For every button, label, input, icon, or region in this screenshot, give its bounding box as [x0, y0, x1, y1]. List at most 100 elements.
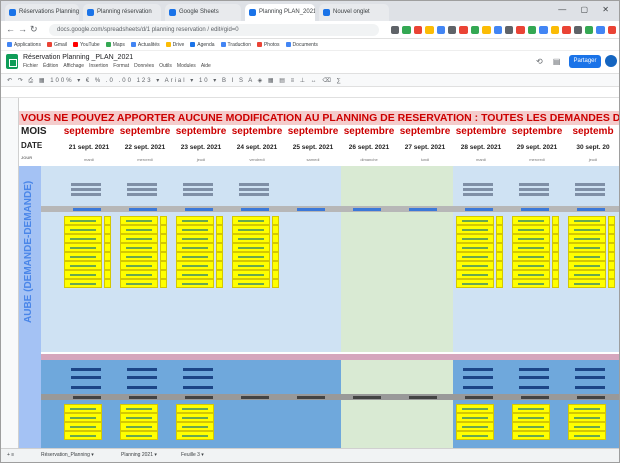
day-cell[interactable]: jeudi: [173, 155, 229, 165]
dropdown-chip[interactable]: [272, 243, 279, 252]
dropdown-chip[interactable]: [160, 252, 167, 261]
browser-tab[interactable]: Planning PLAN_2021: [245, 4, 315, 21]
dropdown-chip[interactable]: [272, 252, 279, 261]
reservation-cell[interactable]: [64, 413, 102, 422]
dropdown-chip[interactable]: [496, 216, 503, 225]
reservation-cell[interactable]: [64, 243, 102, 252]
day-cell[interactable]: jeudi: [565, 155, 619, 165]
reservation-cell[interactable]: [568, 243, 606, 252]
cell-link[interactable]: [577, 208, 605, 211]
reservation-cell[interactable]: [568, 234, 606, 243]
menu-item[interactable]: Données: [134, 63, 154, 69]
reservation-cell[interactable]: [120, 225, 158, 234]
reservation-cell[interactable]: [176, 279, 214, 288]
dropdown-chip[interactable]: [608, 243, 615, 252]
reload-icon[interactable]: ↻: [30, 24, 38, 35]
menu-item[interactable]: Édition: [43, 63, 58, 69]
spreadsheet-grid[interactable]: VOUS NE POUVEZ APPORTER AUCUNE MODIFICAT…: [1, 98, 619, 448]
month-cell[interactable]: septembre: [397, 126, 453, 140]
reservation-cell[interactable]: [176, 413, 214, 422]
date-cell[interactable]: 22 sept. 2021: [117, 141, 173, 154]
reservation-cell[interactable]: [64, 270, 102, 279]
bookmark-item[interactable]: Traduction: [220, 41, 251, 48]
bookmark-item[interactable]: Gmail: [46, 41, 67, 48]
dropdown-chip[interactable]: [104, 252, 111, 261]
reservation-cell[interactable]: [456, 422, 494, 431]
cell-link[interactable]: [465, 396, 493, 399]
bookmark-item[interactable]: Maps: [105, 41, 125, 48]
cell-link[interactable]: [297, 396, 325, 399]
reservation-cell[interactable]: [456, 413, 494, 422]
window-controls[interactable]: — ▢ ✕: [558, 5, 615, 14]
date-cell[interactable]: 26 sept. 2021: [341, 141, 397, 154]
reservation-cell[interactable]: [176, 243, 214, 252]
menu-item[interactable]: Insertion: [89, 63, 108, 69]
reservation-cell[interactable]: [120, 243, 158, 252]
dropdown-chip[interactable]: [160, 261, 167, 270]
dropdown-chip[interactable]: [104, 216, 111, 225]
day-cell[interactable]: mercredi: [117, 155, 173, 165]
dropdown-chip[interactable]: [552, 261, 559, 270]
cell-link[interactable]: [353, 208, 381, 211]
dropdown-chip[interactable]: [216, 243, 223, 252]
reservation-cell[interactable]: [176, 252, 214, 261]
day-cell[interactable]: lundi: [397, 155, 453, 165]
back-icon[interactable]: ←: [6, 24, 15, 34]
dropdown-chip[interactable]: [496, 252, 503, 261]
day-cell[interactable]: mercredi: [509, 155, 565, 165]
sheet-tab[interactable]: Feuille 3 ▾: [181, 452, 204, 458]
reservation-cell[interactable]: [232, 252, 270, 261]
avatar[interactable]: [605, 55, 617, 67]
cell-link[interactable]: [409, 396, 437, 399]
month-cell[interactable]: septembre: [229, 126, 285, 140]
extension-icon[interactable]: [505, 26, 514, 34]
reservation-cell[interactable]: [176, 431, 214, 440]
reservation-cell[interactable]: [176, 261, 214, 270]
dropdown-chip[interactable]: [272, 234, 279, 243]
dropdown-chip[interactable]: [552, 243, 559, 252]
day-cell[interactable]: mardi: [61, 155, 117, 165]
dropdown-chip[interactable]: [104, 234, 111, 243]
dropdown-chip[interactable]: [552, 225, 559, 234]
extension-icon[interactable]: [573, 26, 582, 34]
reservation-cell[interactable]: [64, 422, 102, 431]
dropdown-chip[interactable]: [608, 234, 615, 243]
date-cell[interactable]: 27 sept. 2021: [397, 141, 453, 154]
month-cell[interactable]: septemb: [565, 126, 619, 140]
cell-link[interactable]: [129, 208, 157, 211]
month-cell[interactable]: septembre: [173, 126, 229, 140]
dropdown-chip[interactable]: [160, 225, 167, 234]
menu-item[interactable]: Aide: [201, 63, 211, 69]
dropdown-chip[interactable]: [608, 270, 615, 279]
extension-icon[interactable]: [448, 26, 457, 34]
reservation-cell[interactable]: [456, 270, 494, 279]
dropdown-chip[interactable]: [272, 225, 279, 234]
browser-tab[interactable]: Google Sheets: [165, 4, 241, 21]
cell-link[interactable]: [129, 396, 157, 399]
dropdown-chip[interactable]: [552, 270, 559, 279]
reservation-cell[interactable]: [512, 252, 550, 261]
reservation-cell[interactable]: [456, 243, 494, 252]
date-cell[interactable]: 29 sept. 2021: [509, 141, 565, 154]
date-cell[interactable]: 28 sept. 2021: [453, 141, 509, 154]
reservation-cell[interactable]: [232, 234, 270, 243]
reservation-cell[interactable]: [568, 225, 606, 234]
extension-icon[interactable]: [436, 26, 446, 34]
reservation-cell[interactable]: [232, 243, 270, 252]
reservation-cell[interactable]: [568, 216, 606, 225]
reservation-cell[interactable]: [512, 422, 550, 431]
reservation-cell[interactable]: [456, 216, 494, 225]
reservation-cell[interactable]: [568, 413, 606, 422]
menu-item[interactable]: Format: [113, 63, 129, 69]
dropdown-chip[interactable]: [216, 252, 223, 261]
forward-icon[interactable]: →: [18, 24, 27, 34]
reservation-cell[interactable]: [64, 234, 102, 243]
reservation-cell[interactable]: [456, 252, 494, 261]
reservation-cell[interactable]: [120, 404, 158, 413]
reservation-cell[interactable]: [456, 234, 494, 243]
dropdown-chip[interactable]: [216, 261, 223, 270]
reservation-cell[interactable]: [568, 279, 606, 288]
extension-icon[interactable]: [493, 26, 503, 34]
dropdown-chip[interactable]: [608, 216, 615, 225]
month-cell[interactable]: septembre: [341, 126, 397, 140]
